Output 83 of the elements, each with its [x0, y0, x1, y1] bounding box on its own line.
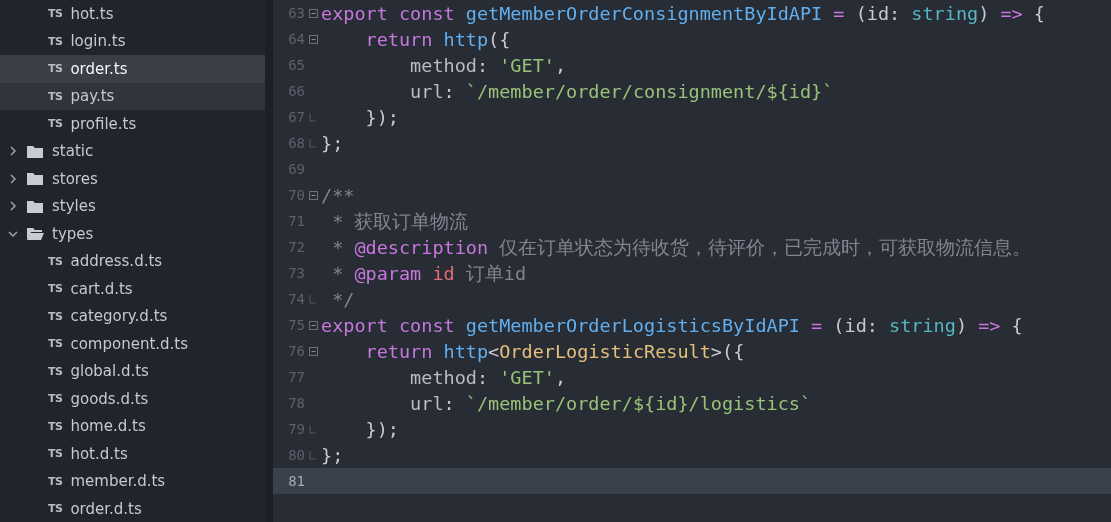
file-item[interactable]: TS address.d.ts [0, 247, 265, 275]
fold-toggle-icon[interactable] [308, 346, 318, 356]
code-line: export const getMemberOrderConsignmentByIdAPI = (id: string) => { [321, 2, 1045, 24]
fold-toggle-icon[interactable] [308, 8, 318, 18]
chevron-right-icon [8, 146, 18, 157]
file-name: profile.ts [70, 114, 137, 133]
folder-icon [26, 143, 44, 159]
file-name: pay.ts [70, 87, 115, 106]
code-line: export const getMemberOrderLogisticsByIdAPI = (id: string) => { [321, 314, 1023, 336]
fold-toggle-icon[interactable] [308, 320, 318, 330]
ts-label: TS [48, 254, 63, 268]
code-line: * 获取订单物流 [331, 209, 469, 234]
chevron-down-icon [8, 228, 18, 239]
folder-name: types [52, 224, 94, 243]
code-line: }; [321, 444, 344, 466]
code-line: }; [321, 132, 344, 154]
folder-icon [26, 198, 44, 214]
chevron-right-icon [8, 201, 18, 212]
chevron-right-icon [8, 173, 18, 184]
ts-label: TS [48, 7, 63, 21]
folder-item[interactable]: static [0, 137, 265, 165]
file-name: order.ts [70, 59, 128, 78]
file-item[interactable]: TS global.d.ts [0, 357, 265, 385]
file-name: member.d.ts [70, 472, 166, 491]
open-folder-icon [26, 226, 44, 242]
ts-label: TS [48, 34, 63, 48]
folder-name: static [52, 142, 94, 161]
ts-label: TS [48, 392, 63, 406]
file-item[interactable]: TS cart.d.ts [0, 275, 265, 303]
file-name: component.d.ts [70, 334, 189, 353]
file-item[interactable]: TS goods.d.ts [0, 385, 265, 413]
file-name: cart.d.ts [70, 279, 133, 298]
file-item[interactable]: TS category.d.ts [0, 302, 265, 330]
file-item[interactable]: TS hot.d.ts [0, 440, 265, 468]
code-line: * @param id 订单id [331, 261, 527, 286]
code-line: * @description 仅在订单状态为待收货，待评价，已完成时，可获取物流信息。 [331, 235, 1032, 260]
folder-item[interactable]: styles [0, 192, 265, 220]
code-line: return http({ [364, 28, 511, 50]
ts-label: TS [48, 89, 63, 103]
file-name: home.d.ts [70, 417, 146, 436]
ts-label: TS [48, 419, 63, 433]
folder-item[interactable]: stores [0, 165, 265, 193]
ts-label: TS [48, 309, 63, 323]
fold-toggle-icon[interactable] [308, 34, 318, 44]
folder-name: styles [52, 197, 96, 216]
code-line: }); [364, 418, 399, 440]
file-name: login.ts [70, 32, 126, 51]
file-item[interactable]: TS profile.ts [0, 110, 265, 138]
code-line: method: 'GET', [409, 366, 567, 388]
code-line: }); [364, 106, 399, 128]
code-line: method: 'GET', [409, 54, 567, 76]
code-line: return http<OrderLogisticResult>({ [364, 340, 745, 362]
file-name: global.d.ts [70, 362, 149, 381]
ts-label: TS [48, 62, 63, 76]
hovered-file-row[interactable]: TS pay.ts [0, 82, 265, 110]
folder-icon [26, 171, 44, 187]
code-line: /** [321, 184, 355, 206]
ts-label: TS [48, 337, 63, 351]
ts-label: TS [48, 502, 63, 516]
file-name: goods.d.ts [70, 389, 149, 408]
ts-label: TS [48, 474, 63, 488]
file-item[interactable]: TS home.d.ts [0, 412, 265, 440]
file-name: hot.d.ts [70, 444, 128, 463]
file-item[interactable]: TS order.d.ts [0, 495, 265, 522]
code-line: url: `/member/order/${id}/logistics` [409, 392, 812, 414]
file-name: address.d.ts [70, 252, 163, 271]
ts-label: TS [48, 117, 63, 131]
file-name: order.d.ts [70, 499, 142, 518]
file-item[interactable]: TS member.d.ts [0, 467, 265, 495]
folder-item[interactable]: types [0, 220, 265, 248]
ts-label: TS [48, 447, 63, 461]
fold-toggle-icon[interactable] [308, 190, 318, 200]
folder-name: stores [52, 169, 98, 188]
code-line: */ [331, 288, 355, 310]
file-name: hot.ts [70, 4, 114, 23]
ts-label: TS [48, 282, 63, 296]
ts-label: TS [48, 364, 63, 378]
file-item[interactable]: TS login.ts [0, 27, 265, 55]
selected-file-row[interactable]: TS order.ts [0, 55, 265, 83]
file-item[interactable]: TS component.d.ts [0, 330, 265, 358]
file-name: category.d.ts [70, 307, 168, 326]
file-item[interactable]: TS hot.ts [0, 0, 265, 28]
code-line: url: `/member/order/consignment/${id}` [409, 80, 834, 102]
